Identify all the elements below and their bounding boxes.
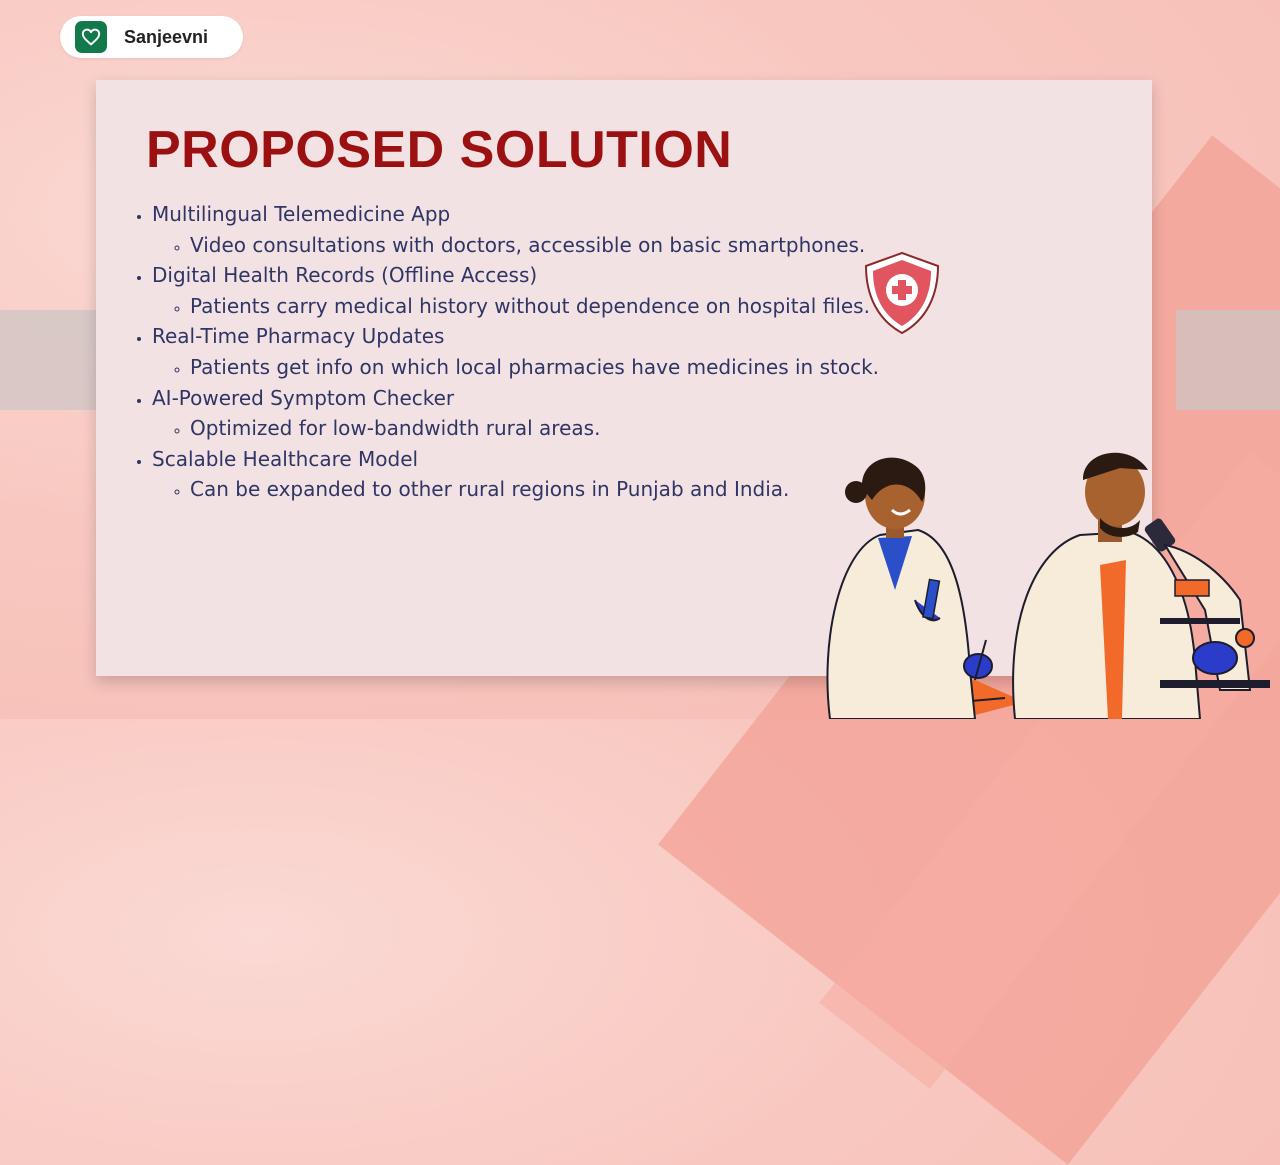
brand-name: Sanjeevni [124,26,209,47]
list-item-label: Real-Time Pharmacy Updates [152,324,445,349]
list-item-label: AI-Powered Symptom Checker [152,385,455,410]
list-item-label: Scalable Healthcare Model [152,446,419,471]
list-item-label: Multilingual Telemedicine App [152,202,451,226]
solution-list: Multilingual Telemedicine App Video cons… [132,199,892,505]
list-subitem: Patients carry medical history without d… [190,291,892,322]
list-subitem: Video consultations with doctors, access… [190,230,892,261]
tape-right [1176,310,1280,410]
list-subitem: Patients get info on which local pharmac… [190,352,892,383]
heart-icon [75,21,107,53]
doctors-illustration [826,452,1270,719]
list-item: Real-Time Pharmacy Updates Patients get … [152,321,892,382]
list-item: Multilingual Telemedicine App Video cons… [152,199,892,260]
tape-left [0,310,104,410]
list-subitem: Can be expanded to other rural regions i… [190,474,892,505]
list-item: Scalable Healthcare Model Can be expande… [152,444,892,505]
slide-title: PROPOSED SOLUTION [146,121,733,179]
list-item-label: Digital Health Records (Offline Access) [152,263,538,288]
brand-badge[interactable]: Sanjeevni [60,16,243,58]
list-item: AI-Powered Symptom Checker Optimized for… [152,383,892,444]
list-subitem: Optimized for low-bandwidth rural areas. [190,413,892,444]
list-item: Digital Health Records (Offline Access) … [152,260,892,321]
medical-shield-icon [864,251,940,335]
